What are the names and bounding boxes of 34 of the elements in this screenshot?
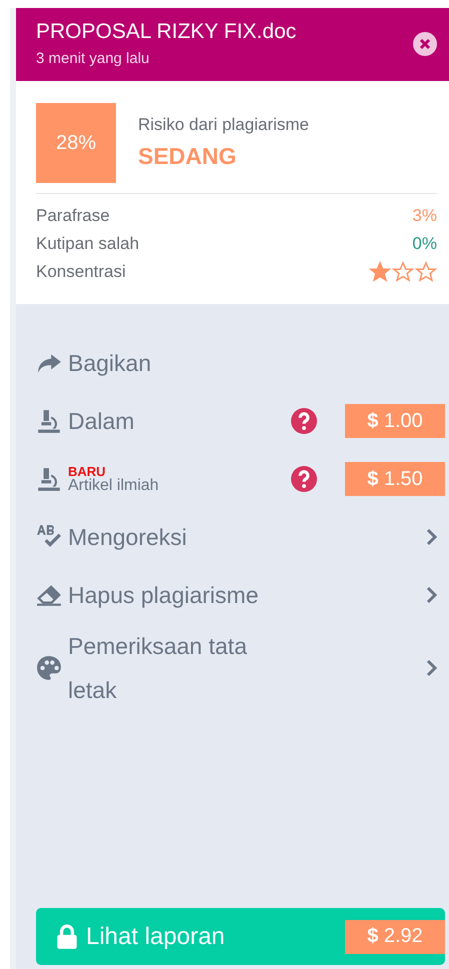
stat-label: Kutipan salah	[36, 233, 140, 255]
help-icon[interactable]	[291, 466, 317, 492]
stat-label: Parafrase	[36, 205, 110, 227]
menu-label: Bagikan	[68, 349, 152, 378]
menu-label: Dalam	[68, 407, 136, 436]
chevron-icon	[425, 585, 439, 605]
star-icon	[415, 261, 437, 283]
price-tag[interactable]: $ 1.00	[345, 404, 445, 438]
close-button[interactable]	[413, 32, 437, 56]
risk-percentage: 28%	[36, 103, 116, 183]
menu-label: Artikel ilmiah	[68, 478, 159, 494]
menu-label[interactable]: Mengoreksi	[68, 515, 278, 559]
help-icon[interactable]	[291, 408, 317, 434]
document-title: PROPOSAL RIZKY FIX.doc	[36, 20, 298, 44]
view-report-button[interactable]: Lihat laporan $ 2.92	[36, 908, 445, 965]
risk-level: SEDANG	[138, 143, 238, 170]
close-icon	[419, 38, 431, 50]
price-tag: $ 2.92	[345, 920, 445, 954]
menu-label[interactable]: Hapus plagiarisme	[68, 573, 278, 617]
star-icon	[369, 261, 391, 283]
microscope-icon	[36, 466, 62, 492]
timestamp: 3 menit yang lalu	[36, 50, 150, 67]
menu-label[interactable]: Pemeriksaan tata letak	[68, 624, 278, 712]
star-icon	[392, 261, 414, 283]
price-tag[interactable]: $ 1.50	[345, 462, 445, 496]
stat-value: 3%	[412, 205, 437, 227]
palette-icon	[36, 655, 62, 681]
stat-value: 0%	[412, 233, 437, 255]
chevron-icon	[425, 658, 439, 678]
new-label: BARU	[68, 464, 106, 478]
stat-label: Konsentrasi	[36, 261, 126, 283]
chevron-icon	[425, 527, 439, 547]
microscope-icon	[36, 408, 62, 434]
risk-label: Risiko dari plagiarisme	[138, 115, 310, 135]
